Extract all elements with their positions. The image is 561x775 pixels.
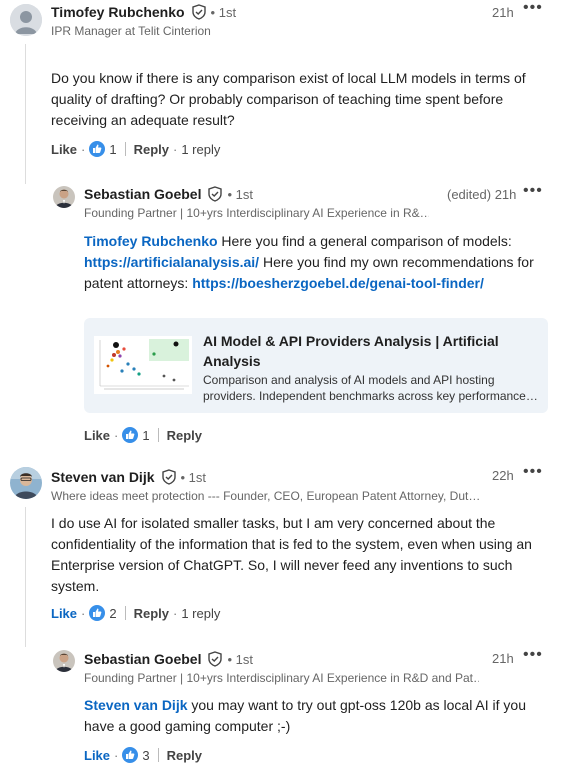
like-count[interactable]: 2 (109, 606, 116, 621)
like-count[interactable]: 3 (142, 748, 149, 763)
comment-text: I do use AI for isolated smaller tasks, … (51, 515, 532, 594)
divider (157, 428, 159, 442)
reply-button[interactable]: Reply (134, 142, 169, 157)
avatar[interactable] (53, 650, 75, 672)
more-options-button[interactable]: ••• (523, 464, 543, 480)
connection-degree: • 1st (227, 651, 253, 667)
comment-header: Steven van Dijk • 1st (51, 469, 206, 485)
url-link[interactable]: https://boesherzgoebel.de/genai-tool-fin… (192, 275, 484, 291)
preview-thumbnail (94, 336, 192, 394)
comment-actions: Like · 3 Reply (84, 747, 202, 763)
profile-photo-icon (53, 186, 75, 208)
thread-line (25, 507, 26, 647)
divider (124, 142, 126, 156)
replies-count[interactable]: 1 reply (181, 142, 220, 157)
connection-degree: • 1st (180, 469, 207, 485)
like-reaction-icon (89, 605, 106, 621)
like-count[interactable]: 1 (142, 428, 149, 443)
verified-shield-icon (208, 186, 223, 202)
comment-text: Timofey Rubchenko Here you find a genera… (84, 231, 546, 294)
mention-link[interactable]: Steven van Dijk (84, 697, 188, 713)
author-name[interactable]: Steven van Dijk (51, 469, 155, 485)
timestamp: 21h (492, 651, 514, 666)
connection-degree: • 1st (210, 4, 237, 20)
author-headline: IPR Manager at Telit Cinterion (51, 24, 211, 38)
comment-actions: Like · 1 Reply (84, 427, 202, 443)
preview-description: Comparison and analysis of AI models and… (203, 373, 538, 403)
avatar[interactable] (10, 467, 42, 499)
verified-shield-icon (208, 651, 223, 667)
avatar[interactable] (53, 186, 75, 208)
divider (124, 606, 126, 620)
more-options-button[interactable]: ••• (523, 0, 543, 16)
comment-actions: Like · 2 Reply · 1 reply (51, 605, 221, 621)
thread-line (25, 44, 26, 184)
like-button[interactable]: Like (84, 748, 110, 763)
author-name[interactable]: Sebastian Goebel (84, 651, 201, 667)
comment-header: Sebastian Goebel • 1st (84, 651, 253, 667)
author-headline: Founding Partner | 10+yrs Interdisciplin… (84, 206, 429, 220)
timestamp: 21h (492, 5, 514, 20)
like-button[interactable]: Like (51, 142, 77, 157)
link-preview-card[interactable]: AI Model & API Providers Analysis | Arti… (84, 318, 548, 413)
verified-shield-icon (161, 469, 176, 485)
comment-header: Sebastian Goebel • 1st (84, 186, 253, 202)
comment-actions: Like · 1 Reply · 1 reply (51, 141, 221, 157)
scatter-chart-thumbnail-icon (94, 336, 192, 394)
like-button[interactable]: Like (84, 428, 110, 443)
like-reaction-icon (89, 141, 106, 157)
avatar[interactable] (10, 4, 42, 36)
like-button[interactable]: Like (51, 606, 77, 621)
reply-button[interactable]: Reply (167, 748, 202, 763)
comment-text: Steven van Dijk you may want to try out … (84, 695, 534, 737)
more-options-button[interactable]: ••• (523, 647, 543, 663)
connection-degree: • 1st (227, 186, 253, 202)
author-name[interactable]: Timofey Rubchenko (51, 4, 185, 20)
author-headline: Founding Partner | 10+yrs Interdisciplin… (84, 671, 479, 685)
timestamp: (edited) 21h (447, 187, 517, 202)
url-link[interactable]: https://artificialanalysis.ai/ (84, 254, 259, 270)
divider (157, 748, 159, 762)
author-name[interactable]: Sebastian Goebel (84, 186, 201, 202)
like-reaction-icon (122, 427, 139, 443)
default-profile-icon (10, 4, 42, 36)
like-reaction-icon (122, 747, 139, 763)
more-options-button[interactable]: ••• (523, 183, 543, 199)
reply-button[interactable]: Reply (134, 606, 169, 621)
profile-photo-icon (10, 467, 42, 499)
text-segment: Here you find a general comparison of mo… (217, 233, 512, 249)
timestamp: 22h (492, 468, 514, 483)
mention-link[interactable]: Timofey Rubchenko (84, 233, 218, 249)
comment-text: Do you know if there is any comparison e… (51, 70, 526, 128)
author-headline: Where ideas meet protection --- Founder,… (51, 489, 481, 503)
reply-button[interactable]: Reply (167, 428, 202, 443)
preview-title[interactable]: AI Model & API Providers Analysis | Arti… (203, 331, 538, 371)
comment-header: Timofey Rubchenko • 1st (51, 4, 236, 20)
verified-shield-icon (191, 4, 206, 20)
replies-count[interactable]: 1 reply (181, 606, 220, 621)
like-count[interactable]: 1 (109, 142, 116, 157)
profile-photo-icon (53, 650, 75, 672)
